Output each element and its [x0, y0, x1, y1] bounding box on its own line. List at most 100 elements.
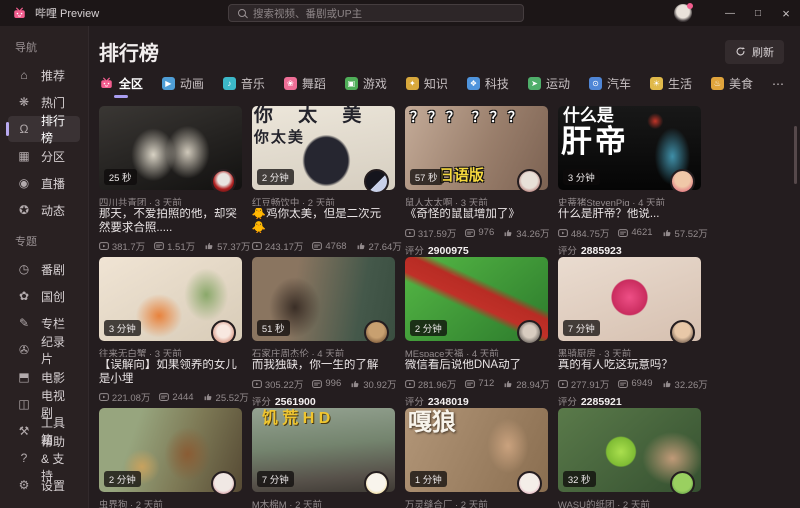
category-tab[interactable]: ⊙ 汽车: [589, 75, 631, 96]
uploader-and-date[interactable]: 石家庄周杰伦 · 4 天前: [252, 346, 395, 357]
uploader-avatar[interactable]: [670, 320, 695, 345]
sidebar-topic-item[interactable]: ◷ 番剧: [8, 256, 80, 282]
uploader-and-date[interactable]: 四川共青团 · 3 天前: [99, 195, 242, 206]
sidebar-item-icon: ?: [17, 451, 31, 465]
video-title[interactable]: 🐥鸡你太美，但是二次元🐥: [252, 208, 395, 235]
category-tab[interactable]: 全区: [99, 75, 143, 96]
video-card[interactable]: 32 秒 WASU的纸团 · 2 天前 百业通才: [558, 408, 701, 508]
thumbnail-overlay-text: 什么是: [563, 107, 614, 126]
score-label: 评分: [405, 394, 424, 408]
category-icon: ♪: [223, 77, 236, 90]
uploader-avatar[interactable]: [364, 320, 389, 345]
sidebar-topic-item[interactable]: ✇ 纪录片: [8, 337, 80, 363]
video-title[interactable]: 那天，不爱拍照的他，却突然要求合照.....: [99, 208, 242, 235]
uploader-and-date[interactable]: WASU的纸团 · 2 天前: [558, 497, 701, 508]
uploader-and-date[interactable]: 虫界狗 · 2 天前: [99, 497, 242, 508]
video-card[interactable]: 7 分钟 黑骑厨房 · 3 天前 真的有人吃这玩意吗？ 277.91万 6949: [558, 257, 701, 408]
category-tab[interactable]: ➤ 运动: [528, 75, 570, 96]
sidebar-item-label: 纪录片: [41, 333, 71, 367]
category-tab[interactable]: ▶ 动画: [162, 75, 204, 96]
thumbnail-overlay-text: 你 太 美: [254, 106, 372, 127]
score-row: 评分 2348019: [405, 394, 548, 408]
score-label: 评分: [558, 243, 577, 257]
uploader-and-date[interactable]: 史蒂猪StevenPig · 4 天前: [558, 195, 701, 206]
category-tab[interactable]: ✦ 知识: [406, 75, 448, 96]
video-card[interactable]: 2 分钟 虫界狗 · 2 天前 狗子偷腥事件: [99, 408, 242, 508]
uploader-avatar[interactable]: [670, 169, 695, 194]
sidebar-bottom-item[interactable]: ? 帮助 & 支持: [8, 445, 80, 471]
category-tab[interactable]: ☀ 生活: [650, 75, 692, 96]
video-card[interactable]: ？？？ ？？？ 日语版 57 秒 鼠人太太啊 · 3 天前 《奇怪的鼠鼠增加了》…: [405, 106, 548, 257]
uploader-avatar[interactable]: [211, 320, 236, 345]
video-title[interactable]: 微信看后说他DNA动了: [405, 359, 548, 373]
uploader-and-date[interactable]: 黑骑厨房 · 3 天前: [558, 346, 701, 357]
category-tab-label: 科技: [485, 75, 509, 92]
video-stats: 484.75万 4621 57.52万: [558, 226, 701, 240]
search-placeholder: 搜索视频、番剧或UP主: [253, 6, 362, 21]
danmaku-count-icon: [618, 379, 628, 389]
duration-badge: 1 分钟: [410, 471, 447, 487]
uploader-and-date[interactable]: 红豆畅饮中 · 2 天前: [252, 195, 395, 206]
category-icon: ▶: [162, 77, 175, 90]
sidebar-nav-item[interactable]: ⌂ 推荐: [8, 62, 80, 88]
score-label: 评分: [558, 394, 577, 408]
sidebar-bottom-item[interactable]: ⚙ 设置: [8, 472, 80, 498]
duration-badge: 51 秒: [257, 320, 290, 336]
video-card[interactable]: 2 分钟 MEspace天福 · 4 天前 微信看后说他DNA动了 281.96…: [405, 257, 548, 408]
like-count: 28.94万: [516, 377, 549, 391]
sidebar-item-icon: ⚙: [17, 478, 31, 492]
video-card[interactable]: 饥 荒 H D 7 分钟 M木棉M · 2 天前 你从未见过的光影版本饥荒！【假…: [252, 408, 395, 508]
category-tab[interactable]: ♨ 美食: [711, 75, 753, 96]
video-card[interactable]: 你 太 美 你太美 2 分钟 红豆畅饮中 · 2 天前 🐥鸡你太美，但是二次元🐥…: [252, 106, 395, 257]
sidebar-topic-item[interactable]: ✿ 国创: [8, 283, 80, 309]
like-count: 57.52万: [675, 226, 708, 240]
uploader-avatar[interactable]: [211, 169, 236, 194]
uploader-and-date[interactable]: 往来无白蟹 · 3 天前: [99, 346, 242, 357]
sidebar-nav-item[interactable]: ◉ 直播: [8, 170, 80, 196]
sidebar-nav-item[interactable]: ✪ 动态: [8, 197, 80, 223]
uploader-and-date[interactable]: M木棉M · 2 天前: [252, 497, 395, 508]
video-title[interactable]: 而我独缺，你一生的了解: [252, 359, 395, 373]
refresh-button[interactable]: 刷新: [725, 40, 784, 64]
category-tab[interactable]: ⋯: [772, 77, 784, 95]
video-card[interactable]: 25 秒 四川共青团 · 3 天前 那天，不爱拍照的他，却突然要求合照.....…: [99, 106, 242, 257]
video-title[interactable]: 《奇怪的鼠鼠增加了》: [405, 208, 548, 222]
video-card[interactable]: 嘎狼 1 分钟 万灵缝合厂 · 2 天前 嘎狼II: [405, 408, 548, 508]
video-card[interactable]: 3 分钟 往来无白蟹 · 3 天前 【误解向】如果领养的女儿是小埋 221.08…: [99, 257, 242, 408]
uploader-avatar[interactable]: [364, 169, 389, 194]
category-tab[interactable]: ▣ 游戏: [345, 75, 387, 96]
search-input[interactable]: 搜索视频、番剧或UP主: [228, 4, 524, 22]
category-tab[interactable]: ❖ 科技: [467, 75, 509, 96]
uploader-avatar[interactable]: [517, 471, 542, 496]
uploader-avatar[interactable]: [211, 471, 236, 496]
sidebar-nav-item[interactable]: Ω 排行榜: [8, 116, 80, 142]
uploader-and-date[interactable]: MEspace天福 · 4 天前: [405, 346, 548, 357]
minimize-button[interactable]: —: [716, 0, 744, 26]
sidebar-item-label: 热门: [41, 94, 65, 111]
user-avatar[interactable]: [674, 4, 692, 22]
video-card[interactable]: 51 秒 石家庄周杰伦 · 4 天前 而我独缺，你一生的了解 305.22万 9…: [252, 257, 395, 408]
video-stats: 221.08万 2444 25.52万: [99, 390, 242, 404]
video-title[interactable]: 真的有人吃这玩意吗？: [558, 359, 701, 373]
sidebar-item-icon: ◫: [17, 397, 31, 411]
uploader-avatar[interactable]: [364, 471, 389, 496]
close-button[interactable]: ×: [772, 0, 800, 26]
video-title[interactable]: 什么是肝帝？他说...: [558, 208, 701, 222]
uploader-avatar[interactable]: [670, 471, 695, 496]
category-tab[interactable]: ❀ 舞蹈: [284, 75, 326, 96]
uploader-and-date[interactable]: 鼠人太太啊 · 3 天前: [405, 195, 548, 206]
uploader-and-date[interactable]: 万灵缝合厂 · 2 天前: [405, 497, 548, 508]
score-label: 评分: [252, 394, 271, 408]
category-tab-label: 运动: [546, 75, 570, 92]
uploader-avatar[interactable]: [517, 320, 542, 345]
scrollbar-thumb[interactable]: [794, 126, 797, 184]
category-tab[interactable]: ♪ 音乐: [223, 75, 265, 96]
video-title[interactable]: 【误解向】如果领养的女儿是小埋: [99, 359, 242, 386]
uploader-avatar[interactable]: [517, 169, 542, 194]
maximize-button[interactable]: □: [744, 0, 772, 26]
video-stats: 243.17万 4768 27.64万: [252, 239, 395, 253]
video-card[interactable]: 什么是 肝帝 3 分钟 史蒂猪StevenPig · 4 天前 什么是肝帝？他说…: [558, 106, 701, 257]
sidebar-nav-item[interactable]: ▦ 分区: [8, 143, 80, 169]
sidebar-item-label: 推荐: [41, 67, 65, 84]
danmaku-count: 6949: [631, 378, 652, 389]
